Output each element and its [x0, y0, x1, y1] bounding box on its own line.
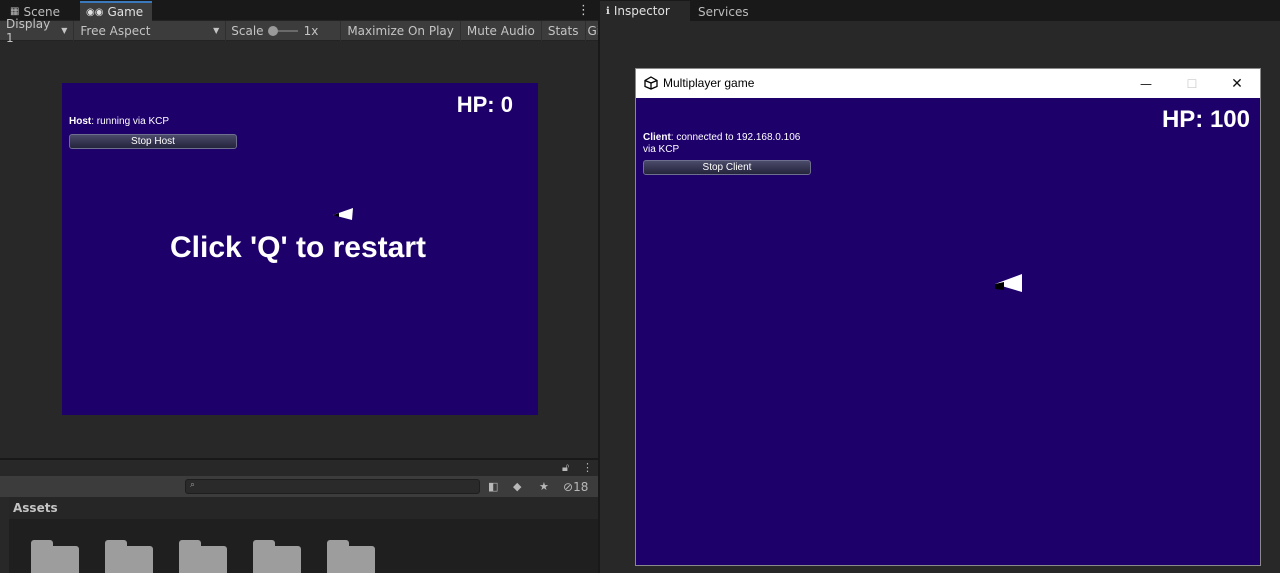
folder-icon[interactable]: [253, 540, 301, 573]
tab-services[interactable]: Services: [692, 2, 757, 21]
folder-icon[interactable]: [327, 540, 375, 573]
host-status: Host: running via KCP: [69, 116, 169, 128]
assets-breadcrumb-bar: [9, 497, 598, 519]
chevron-down-icon: ▼: [61, 26, 68, 35]
folder-icon[interactable]: [179, 540, 227, 573]
scale-slider[interactable]: [267, 25, 298, 36]
client-window[interactable]: Multiplayer game — ☐ ✕ HP: 100 Client: c…: [635, 68, 1261, 566]
client-status-line2: via KCP: [643, 144, 680, 155]
search-icon: ⌕: [190, 480, 196, 490]
info-icon: ℹ: [606, 5, 610, 17]
tab-inspector[interactable]: ℹ Inspector: [600, 1, 690, 21]
folder-icon[interactable]: [31, 540, 79, 573]
client-status: Client: connected to 192.168.0.106 via K…: [643, 132, 800, 156]
tab-game-label: Game: [107, 5, 144, 19]
game-toolbar: Display 1 ▼ Free Aspect ▼ Scale 1x Maxim…: [0, 17, 599, 45]
restart-message: Click 'Q' to restart: [170, 231, 427, 264]
star-icon[interactable]: ★: [539, 480, 549, 493]
host-game-view[interactable]: HP: 0 Host: running via KCP Stop Host Cl…: [62, 83, 538, 415]
filter-by-type-icon[interactable]: ◧: [488, 480, 498, 493]
maximize-icon: ☐: [1186, 76, 1198, 91]
player-ship: [995, 274, 1022, 292]
aspect-dropdown[interactable]: Free Aspect ▼: [74, 20, 227, 41]
stop-client-label: Stop Client: [702, 162, 752, 173]
eye-slash-icon: ⊘: [563, 480, 574, 494]
right-tabbar: ℹ Inspector Services: [600, 0, 1280, 21]
maximize-on-play-button[interactable]: Maximize On Play: [340, 20, 460, 41]
client-window-titlebar[interactable]: Multiplayer game — ☐ ✕: [636, 69, 1260, 98]
editor-tabbar: ▦ Scene ◉◉ Game ⋮: [0, 0, 598, 21]
lock-icon[interactable]: 🔓︎: [562, 461, 569, 475]
scale-slider-knob[interactable]: [267, 25, 278, 36]
tab-inspector-label: Inspector: [613, 4, 670, 18]
minimize-button[interactable]: —: [1123, 69, 1169, 98]
stop-host-label: Stop Host: [131, 136, 175, 147]
client-status-line1: : connected to 192.168.0.106: [670, 132, 801, 143]
editor-left-panel: ▦ Scene ◉◉ Game ⋮ Display 1 ▼ Free Aspec…: [0, 0, 598, 573]
host-status-text: : running via KCP: [91, 116, 170, 127]
tag-icon[interactable]: ◆: [513, 480, 521, 493]
gizmos-label: Gi: [587, 23, 599, 38]
host-status-bold: Host: [69, 116, 92, 127]
client-hp-label: HP: 100: [1161, 106, 1250, 133]
client-status-bold: Client: [643, 132, 671, 143]
hidden-packages-toggle[interactable]: ⊘18: [563, 480, 588, 494]
hidden-count: 18: [573, 480, 589, 494]
scale-control[interactable]: Scale 1x: [226, 21, 324, 41]
chevron-down-icon: ▼: [213, 26, 220, 35]
gamepad-icon: ◉◉: [86, 6, 104, 18]
gizmos-button[interactable]: Gi: [584, 20, 599, 41]
kebab-menu-icon[interactable]: ⋮: [577, 3, 590, 18]
mute-audio-label: Mute Audio: [466, 23, 535, 38]
folder-icon[interactable]: [105, 540, 153, 573]
close-icon: ✕: [1231, 75, 1243, 92]
scale-value: 1x: [303, 23, 319, 38]
minimize-icon: —: [1140, 76, 1152, 91]
stop-client-button[interactable]: Stop Client: [643, 160, 811, 175]
maximize-on-play-label: Maximize On Play: [347, 23, 454, 38]
display-dropdown[interactable]: Display 1 ▼: [0, 17, 75, 45]
scale-label: Scale: [231, 23, 264, 38]
mute-audio-button[interactable]: Mute Audio: [459, 20, 541, 41]
screen: ▦ Scene ◉◉ Game ⋮ Display 1 ▼ Free Aspec…: [0, 0, 1280, 573]
grid-icon: ▦: [10, 6, 20, 17]
maximize-button[interactable]: ☐: [1169, 69, 1215, 98]
stop-host-button[interactable]: Stop Host: [69, 134, 237, 149]
stats-label: Stats: [547, 23, 579, 38]
display-dropdown-label: Display 1: [6, 16, 51, 45]
aspect-dropdown-label: Free Aspect: [80, 23, 151, 38]
close-button[interactable]: ✕: [1214, 69, 1260, 98]
stats-button[interactable]: Stats: [540, 20, 585, 41]
project-search-input[interactable]: ⌕: [185, 479, 480, 494]
tab-services-label: Services: [698, 4, 749, 19]
tab-game[interactable]: ◉◉ Game: [80, 1, 152, 21]
host-hp-label: HP: 0: [456, 92, 513, 117]
unity-logo-icon: [644, 76, 658, 90]
client-window-title: Multiplayer game: [663, 76, 755, 90]
assets-breadcrumb[interactable]: Assets: [13, 501, 58, 515]
kebab-menu-icon[interactable]: ⋮: [582, 461, 593, 474]
player-ship: [333, 208, 353, 220]
